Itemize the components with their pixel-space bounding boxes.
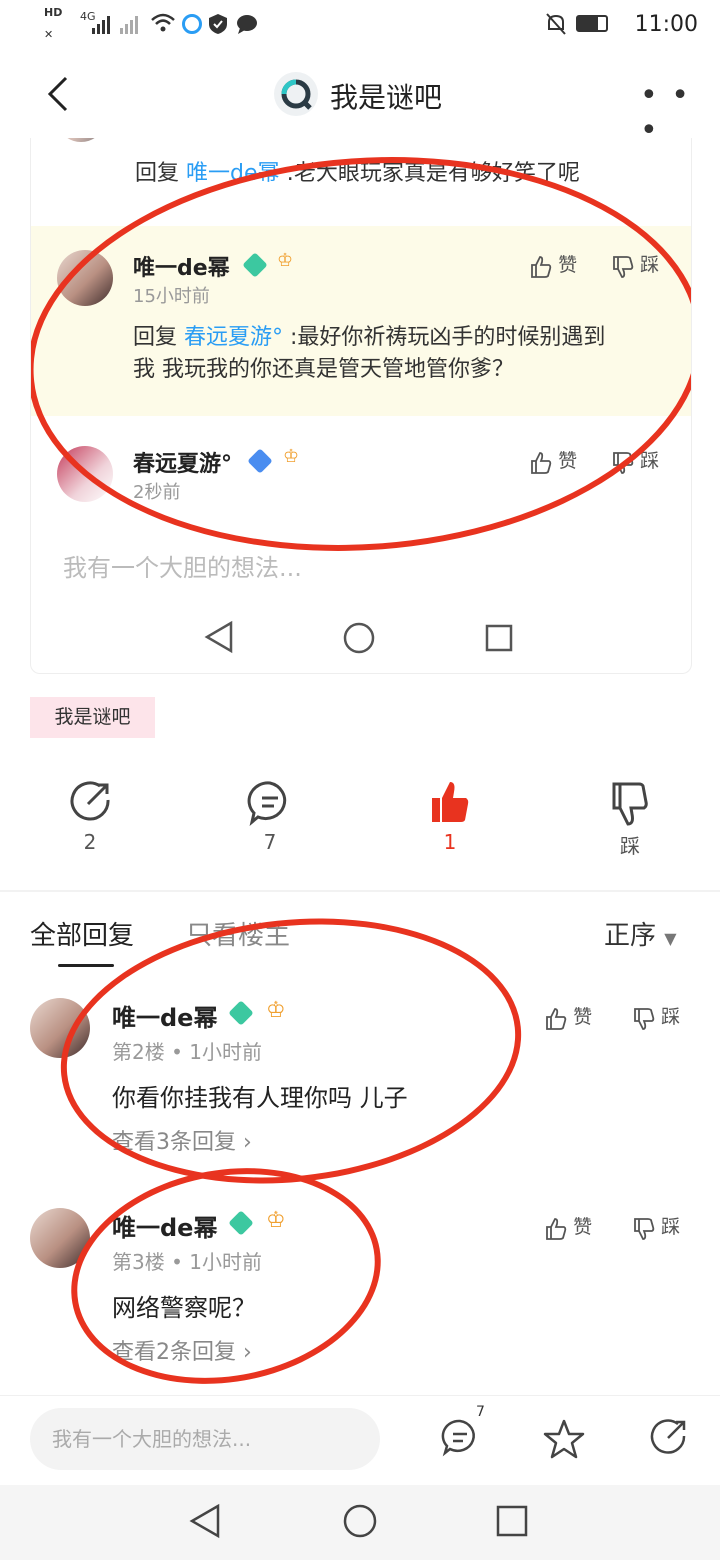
signal-2-icon (120, 16, 138, 34)
mute-bell-icon (546, 13, 566, 35)
signal-icon (92, 16, 110, 34)
star-icon[interactable] (542, 1418, 586, 1460)
thumbs-down-icon (634, 1007, 655, 1030)
nav-recents-icon (485, 624, 513, 652)
reply-post: 唯一de幂 ♔ 第3楼 • 1小时前 赞 踩 网络警察呢？ 查看2条回复 › (0, 1144, 720, 1408)
hd-indicator: HD (44, 6, 63, 19)
avatar (61, 138, 101, 142)
quoted-screenshot-card: 回复 唯一de幂 :老大眼玩家真是有够好笑了呢 唯一de幂 ♔ 15小时前 赞 … (30, 138, 692, 674)
like-button[interactable]: 赞 (544, 1002, 592, 1031)
nav-home-icon (343, 622, 375, 654)
shield-icon (209, 14, 227, 34)
comment-input[interactable]: 我有一个大胆的想法... (30, 1408, 380, 1470)
forum-title[interactable]: 我是谜吧 (330, 76, 442, 116)
reply-post: 唯一de幂 ♔ 第2楼 • 1小时前 赞 踩 你看你挂我有人理你吗 儿子 查看3… (0, 896, 720, 1206)
dislike-button[interactable]: 踩 (632, 1212, 680, 1241)
sort-dropdown[interactable]: 正序 ▼ (604, 915, 677, 952)
nav-recents-icon[interactable] (496, 1505, 528, 1537)
dislike-post-button[interactable]: 踩 (600, 780, 660, 859)
active-tab-indicator (58, 964, 114, 967)
wifi-icon (151, 13, 175, 32)
comments-button[interactable]: 7 (440, 1404, 485, 1462)
red-circle-annotation (53, 1144, 399, 1408)
comment-count-badge: 7 (476, 1404, 485, 1420)
comment-input-placeholder: 我有一个大胆的想法... (63, 554, 302, 582)
app-icon (182, 14, 202, 34)
battery-icon (576, 15, 608, 32)
section-divider (0, 890, 720, 892)
thumbs-up-icon (546, 1007, 567, 1030)
thumbs-down-icon (612, 782, 648, 826)
chat-icon (237, 15, 257, 34)
status-bar: HD ✕ 4G 11:00 (0, 0, 720, 52)
caret-down-icon: ▼ (664, 929, 677, 948)
tab-all-replies[interactable]: 全部回复 (30, 915, 134, 952)
nav-back-icon[interactable] (188, 1503, 222, 1539)
comment-button[interactable]: 7 (240, 780, 300, 854)
clock: 11:00 (634, 12, 698, 37)
share-icon[interactable] (646, 1418, 690, 1460)
comment-icon (441, 1419, 475, 1457)
red-circle-annotation (31, 138, 691, 574)
nav-home-icon[interactable] (342, 1503, 378, 1539)
thumbs-down-icon (634, 1217, 655, 1240)
back-chevron-icon[interactable] (40, 74, 80, 114)
like-button[interactable]: 赞 (544, 1212, 592, 1241)
forum-logo-icon[interactable] (274, 72, 318, 116)
sort-label: 正序 (604, 921, 657, 951)
system-nav-bar (0, 1485, 720, 1560)
thumbs-up-icon (546, 1217, 567, 1240)
dislike-button[interactable]: 踩 (632, 1002, 680, 1031)
nfc-icon: ✕ (44, 28, 54, 41)
nav-back-icon (204, 620, 233, 654)
top-app-bar: 我是谜吧 • • • (0, 52, 720, 148)
share-button[interactable]: 2 (60, 780, 120, 854)
like-post-button[interactable]: 1 (420, 780, 480, 854)
thumbs-up-filled-icon (432, 782, 469, 822)
share-icon (70, 781, 110, 821)
forum-tag[interactable]: 我是谜吧 (30, 697, 155, 738)
bottom-comment-bar: 我有一个大胆的想法... 7 (0, 1395, 720, 1486)
comment-icon (247, 781, 287, 826)
